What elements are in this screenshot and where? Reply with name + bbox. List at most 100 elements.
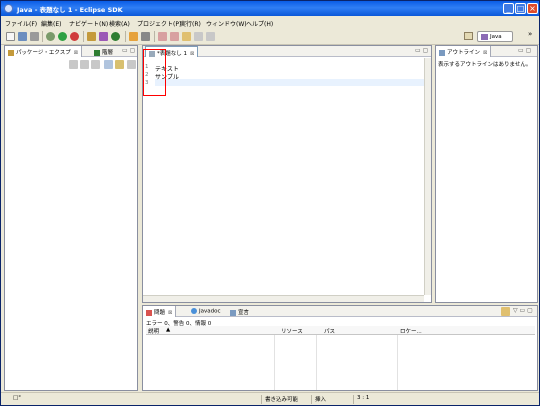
next-annotation-icon[interactable] [158,32,167,41]
status-insert-mode: 挿入 [311,395,351,404]
tab-package-explorer-label: パッケージ・エクスプ [16,50,71,56]
javadoc-icon [191,308,197,314]
window-title: Java - 表題なし 1 - Eclipse SDK [17,6,123,14]
perspective-label: Java [490,34,502,40]
package-explorer-view: パッケージ・エクスプ ⊠ 階層 ▭ ▢ [4,45,138,391]
editor-tabs: *表題なし 1 ⊠ ▭ ▢ [143,46,431,57]
view-min-max-icons[interactable]: ▭ ▢ [122,47,135,54]
close-button[interactable]: × [527,3,538,14]
sort-ascending-icon: ▲ [166,327,171,333]
link-with-editor-icon[interactable] [115,60,124,69]
column-description[interactable]: 説明 [148,327,159,335]
tab-package-explorer[interactable]: パッケージ・エクスプ ⊠ [5,46,82,57]
tab-javadoc[interactable]: Javadoc [188,306,224,317]
horizontal-scrollbar[interactable] [143,295,424,302]
menu-search[interactable]: 検索(A) [109,19,130,28]
status-writable: 書き込み可能 [261,395,309,404]
java-perspective-button[interactable]: Java [477,31,513,42]
external-tools-icon[interactable] [70,32,79,41]
java-perspective-icon [481,34,488,40]
tab-outline[interactable]: アウトライン ⊠ [436,46,492,57]
toolbar-chevron[interactable]: » [528,30,532,38]
maximize-button[interactable]: □ [515,3,526,14]
vertical-scrollbar[interactable] [424,58,431,295]
tab-hierarchy[interactable]: 階層 [91,46,116,57]
open-type-icon[interactable] [129,32,138,41]
forward-icon[interactable] [80,60,89,69]
outline-view: アウトライン ⊠ ▭ ▢ 表示するアウトラインはありません。 [435,45,538,303]
close-icon[interactable]: ⊠ [168,310,172,316]
filter-icon[interactable] [501,307,510,316]
package-explorer-icon [8,49,14,56]
problems-icon [146,309,152,316]
problems-tabs: 問題 ⊠ Javadoc 宣言 ▽ ▭ ▢ [143,306,537,317]
toolbar-separator [154,31,155,42]
back-icon[interactable] [194,32,203,41]
column-location[interactable]: ロケー... [400,327,422,335]
menu-navigate[interactable]: ナビゲート(N) [69,19,108,28]
run-icon[interactable] [58,32,67,41]
toolbar-separator [83,31,84,42]
outline-tabs: アウトライン ⊠ ▭ ▢ [436,46,537,57]
new-package-icon[interactable] [99,32,108,41]
new-class-icon[interactable] [111,32,120,41]
menu-window[interactable]: ウィンドウ(W) [206,19,247,28]
debug-icon[interactable] [46,32,55,41]
column-divider [274,335,275,390]
save-icon[interactable] [18,32,27,41]
package-explorer-tabs: パッケージ・エクスプ ⊠ 階層 ▭ ▢ [5,46,137,57]
editor-area: *表題なし 1 ⊠ ▭ ▢ 1 テキスト 2 サンプル 3 [142,45,432,303]
column-divider [316,335,317,390]
eclipse-window: Java - 表題なし 1 - Eclipse SDK _ □ × ファイル(F… [0,0,540,406]
column-resource[interactable]: リソース [281,327,303,335]
close-icon[interactable]: ⊠ [483,50,487,56]
last-edit-icon[interactable] [182,32,191,41]
current-line-highlight [155,79,424,86]
declaration-icon [230,309,236,316]
menu-run[interactable]: 実行(R) [180,19,201,28]
highlight-box [143,49,166,96]
hierarchy-icon [94,49,100,56]
up-icon[interactable] [91,60,100,69]
new-icon[interactable] [6,32,15,41]
view-min-max-icons[interactable]: ▭ ▢ [518,47,531,54]
status-cursor-position: 3 : 1 [353,395,401,404]
menu-project[interactable]: プロジェクト(P) [137,19,181,28]
menu-help[interactable]: ヘルプ(H) [246,19,273,28]
toolbar-separator [42,31,43,42]
search-icon[interactable] [141,32,150,41]
menu-edit[interactable]: 編集(E) [41,19,61,28]
tab-outline-label: アウトライン [447,50,481,56]
minimize-button[interactable]: _ [503,3,514,14]
tab-hierarchy-label: 階層 [102,50,114,56]
tab-javadoc-label: Javadoc [199,308,221,315]
column-divider [397,335,398,390]
column-path[interactable]: パス [324,327,335,335]
back-icon[interactable] [69,60,78,69]
previous-annotation-icon[interactable] [170,32,179,41]
fast-view-icon[interactable]: □° [13,395,21,401]
view-menu-icon[interactable] [127,60,136,69]
main-toolbar: Java » [1,28,539,45]
menu-file[interactable]: ファイル(F) [5,19,37,28]
tab-declaration-label: 宣言 [238,310,250,316]
title-bar[interactable]: Java - 表題なし 1 - Eclipse SDK _ □ × [1,1,539,16]
close-icon[interactable]: ⊠ [74,50,78,56]
status-bar: □° 書き込み可能 挿入 3 : 1 [1,392,539,405]
view-min-max-icons[interactable]: ▭ ▢ [415,47,428,54]
tab-problems[interactable]: 問題 ⊠ [143,306,177,317]
forward-icon[interactable] [206,32,215,41]
problems-table-header: 説明 ▲ リソース パス ロケー... [146,326,535,335]
print-icon[interactable] [30,32,39,41]
eclipse-icon [4,4,13,13]
tab-problems-label: 問題 [154,310,166,316]
toolbar-separator [125,31,126,42]
collapse-all-icon[interactable] [104,60,113,69]
open-perspective-icon[interactable] [464,32,473,40]
new-java-project-icon[interactable] [87,32,96,41]
problems-view: 問題 ⊠ Javadoc 宣言 ▽ ▭ ▢ エラー 0、警告 0、情報 0 説明 … [142,305,538,391]
menu-bar: ファイル(F) 編集(E) ナビゲート(N) 検索(A) プロジェクト(P) 実… [1,16,539,28]
view-min-max-icons[interactable]: ▽ ▭ ▢ [513,307,533,314]
tab-declaration[interactable]: 宣言 [227,306,252,317]
close-icon[interactable]: ⊠ [190,51,194,57]
